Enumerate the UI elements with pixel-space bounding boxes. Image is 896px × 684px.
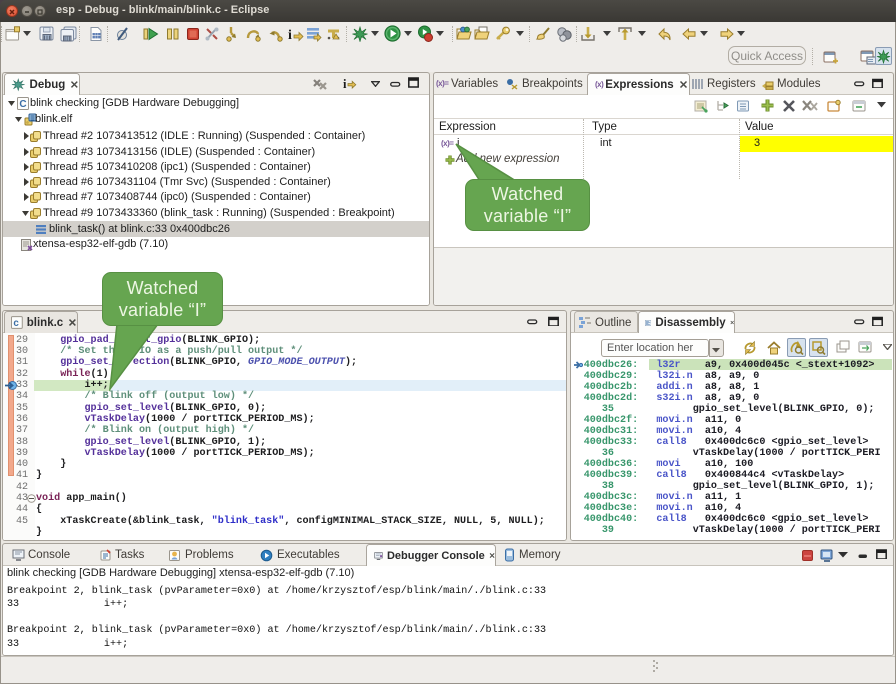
svg-text:C: C: [19, 99, 26, 110]
svg-text:i: i: [288, 28, 292, 42]
svg-text:c: c: [13, 318, 19, 329]
svg-text:i: i: [343, 77, 347, 91]
